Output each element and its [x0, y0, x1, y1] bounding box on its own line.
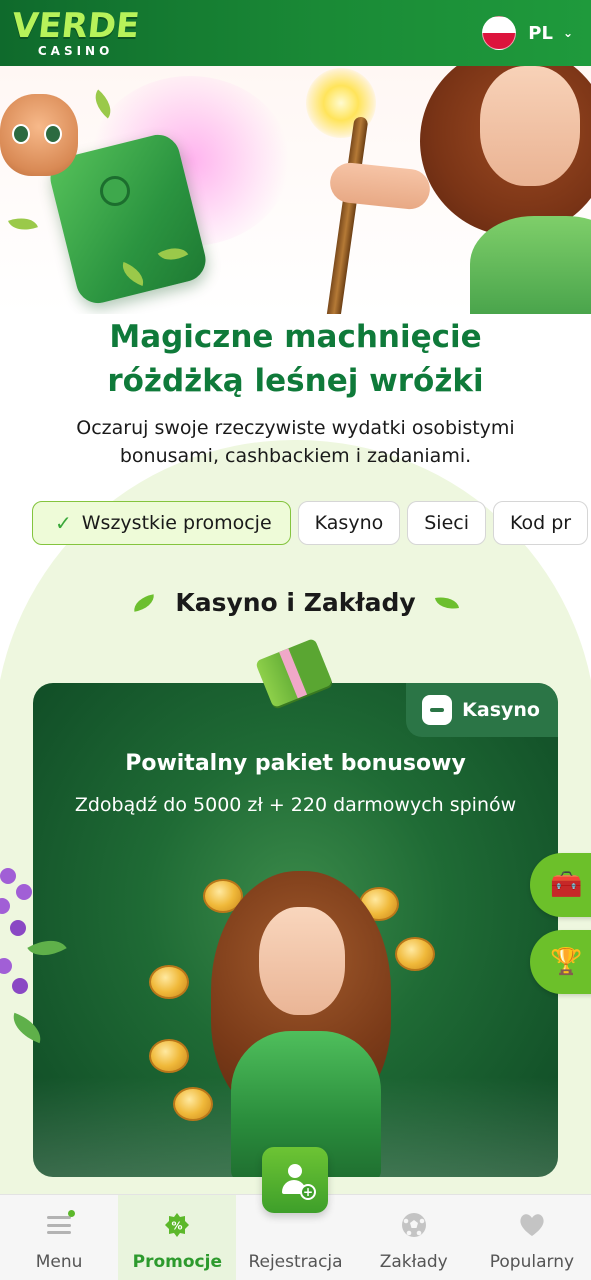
filter-label: Sieci: [424, 512, 469, 534]
nav-item-menu[interactable]: Menu: [0, 1195, 118, 1280]
filter-networks[interactable]: Sieci: [407, 501, 486, 545]
logo-sub-text: CASINO: [37, 44, 114, 58]
subtitle-line-2: bonusami, cashbackiem i zadaniami.: [119, 445, 472, 467]
page-subtitle: Oczaruj swoje rzeczywiste wydatki osobis…: [40, 414, 551, 470]
nav-label: Zakłady: [379, 1252, 448, 1272]
nav-label: Rejestracja: [248, 1252, 343, 1272]
language-selector[interactable]: PL ⌄: [482, 16, 573, 50]
sorceress-illustration: [201, 871, 411, 1177]
creature-eye: [12, 124, 30, 144]
creature-illustration: [0, 94, 78, 176]
add-user-icon: +: [280, 1164, 316, 1200]
page-title: Magiczne machnięcie różdżką leśnej wróżk…: [0, 315, 591, 403]
treasure-chest-icon: 🧰: [550, 870, 583, 900]
wallet-clasp: [100, 176, 130, 206]
leaf-icon: [132, 593, 157, 612]
nav-label: Popularny: [489, 1252, 575, 1272]
register-button[interactable]: +: [262, 1147, 328, 1213]
creature-eye: [44, 124, 62, 144]
language-code: PL: [528, 22, 553, 44]
magic-wand-illustration: [325, 116, 369, 314]
lilac-flowers-decoration: [0, 858, 70, 1058]
check-icon: ✓: [55, 511, 72, 535]
section-header: Kasyno i Zakłady: [0, 588, 591, 617]
poland-flag-icon: [482, 16, 517, 50]
slot-machine-icon: [422, 695, 453, 725]
trophy-icon: 🏆: [550, 947, 583, 977]
title-line-1: Magiczne machnięcie: [109, 319, 482, 355]
trophy-button[interactable]: 🏆: [530, 930, 591, 994]
card-title: Powitalny pakiet bonusowy: [125, 751, 466, 776]
heart-icon: [518, 1212, 546, 1238]
nav-label: Promocje: [132, 1252, 222, 1272]
filter-promo-code[interactable]: Kod pr: [493, 501, 589, 545]
promo-card-welcome[interactable]: Kasyno Powitalny pakiet bonusowy Zdobądź…: [33, 683, 558, 1177]
subtitle-line-1: Oczaruj swoje rzeczywiste wydatki osobis…: [76, 417, 515, 439]
svg-text:%: %: [172, 1220, 183, 1233]
filter-label: Kod pr: [510, 512, 572, 534]
filter-label: Kasyno: [314, 512, 384, 534]
top-header: VERDE CASINO PL ⌄: [0, 0, 591, 66]
verde-casino-logo[interactable]: VERDE CASINO: [9, 6, 142, 58]
fairy-illustration: [420, 66, 591, 314]
filter-all-promotions[interactable]: ✓ Wszystkie promocje: [32, 501, 291, 545]
section-title: Kasyno i Zakłady: [175, 588, 416, 617]
nav-item-promotions[interactable]: % Promocje: [118, 1195, 237, 1280]
filter-casino[interactable]: Kasyno: [297, 501, 401, 545]
treasure-chest-button[interactable]: 🧰: [530, 853, 591, 917]
filter-label: Wszystkie promocje: [81, 512, 272, 534]
hero-banner-image: [0, 66, 591, 314]
leaf-icon: [434, 593, 459, 612]
card-subtitle: Zdobądź do 5000 zł + 220 darmowych spinó…: [74, 794, 517, 816]
fairy-dress: [470, 216, 591, 314]
fairy-face: [480, 66, 580, 186]
nav-item-bets[interactable]: Zakłady: [355, 1195, 473, 1280]
logo-main-text: VERDE: [9, 6, 142, 46]
card-category-tag: Kasyno: [406, 683, 558, 737]
chevron-down-icon: ⌄: [562, 26, 573, 40]
sorceress-face: [259, 907, 345, 1015]
gold-coin: [149, 1039, 189, 1073]
promo-filter-bar: ✓ Wszystkie promocje Kasyno Sieci Kod pr: [32, 501, 591, 545]
title-line-2: różdżką leśnej wróżki: [107, 363, 484, 399]
soccer-ball-icon: [401, 1212, 427, 1238]
nav-label: Menu: [35, 1252, 83, 1272]
leaf-decoration: [8, 212, 38, 236]
gold-coin: [149, 965, 189, 999]
percent-badge-icon: %: [164, 1212, 190, 1238]
card-tag-label: Kasyno: [462, 699, 540, 721]
nav-item-popular[interactable]: Popularny: [473, 1195, 591, 1280]
menu-icon: [47, 1210, 76, 1238]
